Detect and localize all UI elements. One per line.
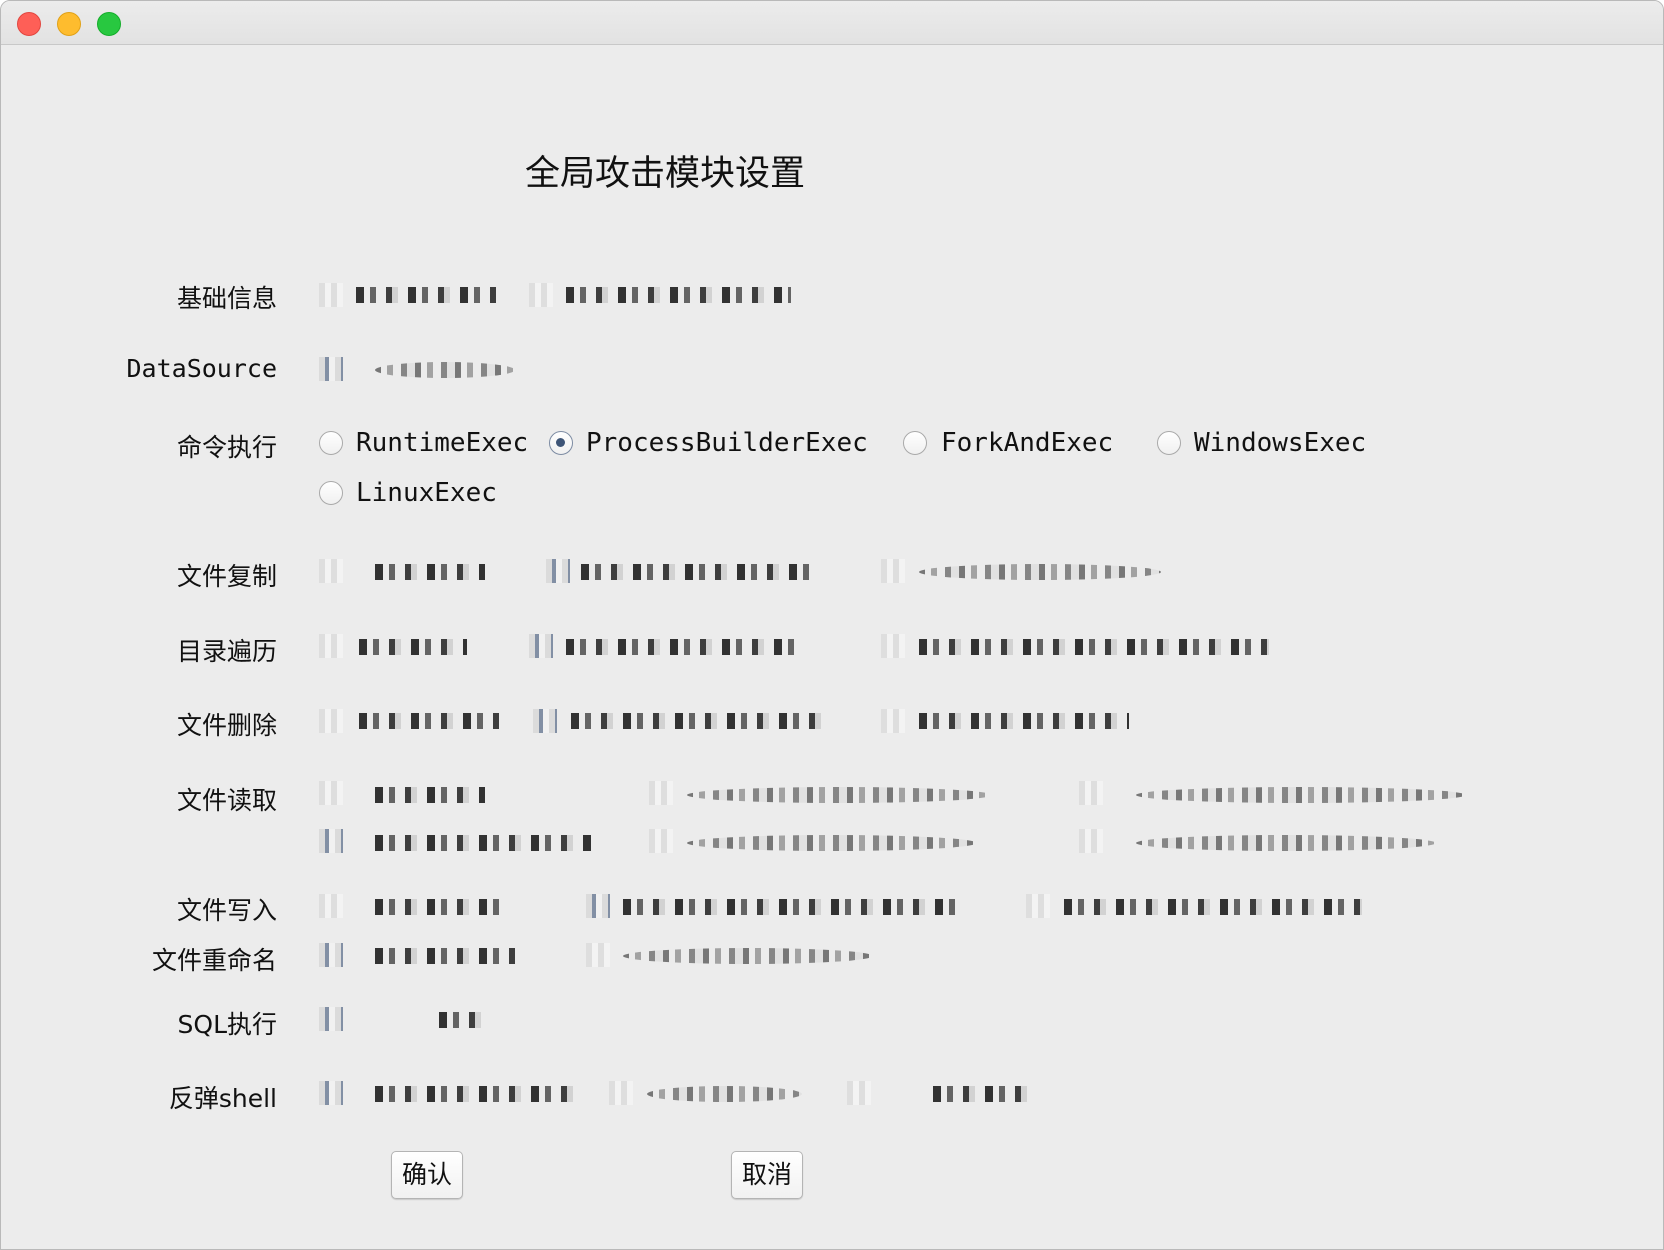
minimize-window-icon[interactable] bbox=[57, 12, 81, 36]
dir-traverse-option-3-obscured bbox=[919, 639, 1269, 655]
radio-forkandexec[interactable] bbox=[903, 431, 927, 455]
radio-processbuilderexec[interactable] bbox=[549, 431, 573, 455]
label-reverse-shell: 反弹shell bbox=[168, 1084, 277, 1113]
reverse-shell-option-2-radio[interactable] bbox=[609, 1081, 633, 1105]
file-rename-option-2-obscured bbox=[623, 948, 873, 964]
dialog-heading: 全局攻击模块设置 bbox=[525, 154, 806, 194]
label-processbuilderexec[interactable]: ProcessBuilderExec bbox=[586, 428, 868, 458]
radio-runtimeexec[interactable] bbox=[319, 431, 343, 455]
file-delete-option-1-obscured bbox=[359, 713, 499, 729]
file-rename-option-2-radio[interactable] bbox=[586, 943, 610, 967]
file-write-option-2-radio[interactable] bbox=[586, 894, 610, 918]
file-delete-option-3-radio[interactable] bbox=[881, 709, 905, 733]
reverse-shell-option-2-obscured bbox=[647, 1086, 802, 1102]
file-read-option-2-radio[interactable] bbox=[649, 781, 673, 805]
confirm-button[interactable]: 确认 bbox=[391, 1151, 463, 1199]
file-rename-option-1-obscured bbox=[375, 948, 515, 964]
label-file-rename: 文件重命名 bbox=[151, 946, 277, 975]
basic-info-option-2-radio[interactable] bbox=[529, 283, 553, 307]
radio-windowsexec[interactable] bbox=[1157, 431, 1181, 455]
file-read-option-5-radio[interactable] bbox=[649, 829, 673, 853]
basic-info-option-2-obscured bbox=[566, 287, 791, 303]
file-write-option-3-radio[interactable] bbox=[1026, 894, 1050, 918]
label-runtimeexec[interactable]: RuntimeExec bbox=[356, 428, 528, 458]
label-sql-exec: SQL执行 bbox=[177, 1010, 277, 1039]
file-rename-option-1-radio[interactable] bbox=[319, 943, 343, 967]
label-forkandexec[interactable]: ForkAndExec bbox=[941, 428, 1113, 458]
dir-traverse-option-1-radio[interactable] bbox=[319, 634, 343, 658]
datasource-option-1-obscured bbox=[375, 362, 515, 378]
file-read-option-6-radio[interactable] bbox=[1079, 829, 1103, 853]
file-copy-option-3-obscured bbox=[919, 564, 1161, 580]
settings-window: 全局攻击模块设置 基础信息 DataSource 命令执行 RuntimeExe… bbox=[0, 0, 1664, 1250]
file-delete-option-2-radio[interactable] bbox=[533, 709, 557, 733]
file-read-option-6-obscured bbox=[1136, 835, 1436, 851]
label-windowsexec[interactable]: WindowsExec bbox=[1194, 428, 1366, 458]
dir-traverse-option-2-obscured bbox=[566, 639, 796, 655]
file-copy-option-2-radio[interactable] bbox=[546, 559, 570, 583]
label-basic-info: 基础信息 bbox=[176, 284, 277, 313]
file-read-option-4-radio[interactable] bbox=[319, 829, 343, 853]
reverse-shell-option-3-radio[interactable] bbox=[847, 1081, 871, 1105]
file-delete-option-2-obscured bbox=[571, 713, 821, 729]
reverse-shell-option-1-obscured bbox=[375, 1086, 580, 1102]
reverse-shell-option-1-radio[interactable] bbox=[319, 1081, 343, 1105]
file-read-option-5-obscured bbox=[687, 835, 977, 851]
label-datasource: DataSource bbox=[126, 354, 277, 383]
basic-info-option-1-radio[interactable] bbox=[319, 283, 343, 307]
radio-linuxexec[interactable] bbox=[319, 481, 343, 505]
file-write-option-3-obscured bbox=[1064, 899, 1362, 915]
basic-info-option-1-obscured bbox=[356, 287, 496, 303]
label-dir-traverse: 目录遍历 bbox=[176, 637, 277, 666]
file-read-option-3-obscured bbox=[1136, 787, 1466, 803]
label-file-copy: 文件复制 bbox=[176, 562, 277, 591]
dir-traverse-option-1-obscured bbox=[359, 639, 467, 655]
file-copy-option-3-radio[interactable] bbox=[881, 559, 905, 583]
file-read-option-3-radio[interactable] bbox=[1079, 781, 1103, 805]
datasource-option-1-radio[interactable] bbox=[319, 357, 343, 381]
dir-traverse-option-3-radio[interactable] bbox=[881, 634, 905, 658]
file-read-option-1-radio[interactable] bbox=[319, 781, 343, 805]
file-delete-option-3-obscured bbox=[919, 713, 1129, 729]
file-write-option-1-obscured bbox=[375, 899, 500, 915]
file-copy-option-2-obscured bbox=[581, 564, 811, 580]
maximize-window-icon[interactable] bbox=[97, 12, 121, 36]
file-read-option-4-obscured bbox=[375, 835, 595, 851]
sql-exec-option-1-obscured bbox=[439, 1012, 481, 1028]
label-file-read: 文件读取 bbox=[176, 786, 277, 815]
title-bar[interactable] bbox=[1, 1, 1663, 45]
close-window-icon[interactable] bbox=[17, 12, 41, 36]
dir-traverse-option-2-radio[interactable] bbox=[529, 634, 553, 658]
file-copy-option-1-obscured bbox=[375, 564, 485, 580]
file-delete-option-1-radio[interactable] bbox=[319, 709, 343, 733]
label-file-delete: 文件删除 bbox=[176, 711, 277, 740]
file-write-option-2-obscured bbox=[623, 899, 958, 915]
file-write-option-1-radio[interactable] bbox=[319, 894, 343, 918]
label-command-exec: 命令执行 bbox=[176, 433, 277, 462]
file-read-option-1-obscured bbox=[375, 787, 485, 803]
file-copy-option-1-radio[interactable] bbox=[319, 559, 343, 583]
label-linuxexec[interactable]: LinuxExec bbox=[356, 478, 497, 508]
reverse-shell-option-3-obscured bbox=[933, 1086, 1027, 1102]
sql-exec-option-1-radio[interactable] bbox=[319, 1007, 343, 1031]
cancel-button[interactable]: 取消 bbox=[731, 1151, 803, 1199]
label-file-write: 文件写入 bbox=[176, 896, 277, 925]
file-read-option-2-obscured bbox=[687, 787, 992, 803]
